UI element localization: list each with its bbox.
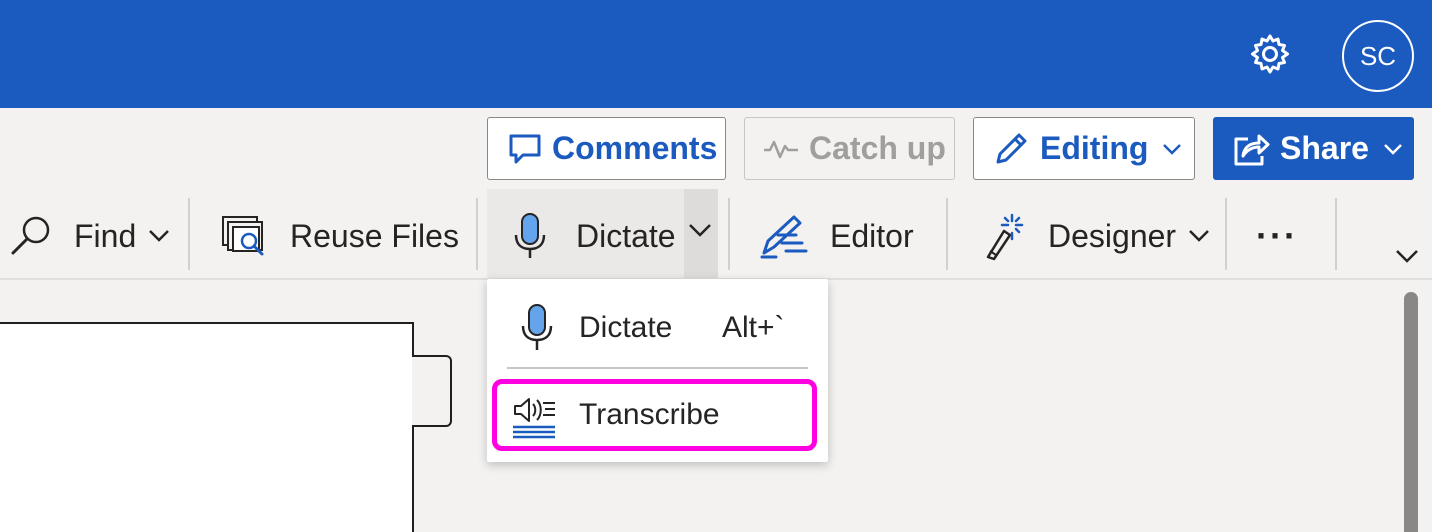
transcribe-icon [511, 394, 557, 448]
editing-label: Editing [1040, 130, 1149, 166]
ribbon-separator [1335, 198, 1337, 270]
vertical-scrollbar[interactable] [1404, 292, 1418, 532]
dictate-options-dropdown[interactable] [688, 222, 712, 243]
chevron-down-icon [689, 224, 711, 237]
menu-item-label: Dictate [579, 311, 673, 344]
more-options-button[interactable]: ··· [1256, 196, 1298, 276]
editor-pen-icon [760, 215, 808, 259]
editor-button[interactable]: Editor [758, 196, 914, 276]
editor-label: Editor [830, 217, 914, 254]
catch-up-button[interactable]: Catch up [744, 117, 955, 180]
chevron-down-icon [1396, 250, 1418, 263]
chevron-down-icon [1384, 143, 1402, 155]
chevron-down-icon [149, 230, 170, 242]
menu-separator [507, 367, 808, 369]
microphone-icon [514, 213, 546, 258]
share-button[interactable]: Share [1213, 117, 1414, 180]
find-label: Find [74, 217, 137, 254]
gear-icon [1251, 34, 1289, 74]
keyboard-shortcut: Alt+` [722, 311, 785, 344]
share-icon [1234, 134, 1270, 165]
dictate-dropdown-menu: Dictate Alt+` Transcribe [487, 279, 828, 462]
microphone-icon [517, 303, 557, 361]
ribbon-separator [1225, 198, 1227, 270]
document-page[interactable] [0, 322, 414, 532]
reuse-files-button[interactable]: Reuse Files [220, 196, 459, 276]
dictate-button[interactable]: Dictate [508, 196, 676, 276]
designer-button[interactable]: Designer [982, 196, 1210, 276]
editing-mode-button[interactable]: Editing [973, 117, 1195, 180]
catch-up-label: Catch up [809, 130, 946, 166]
ribbon-separator [946, 198, 948, 270]
chevron-down-icon [1189, 230, 1209, 242]
ribbon-separator [188, 198, 190, 270]
menu-item-dictate[interactable]: Dictate Alt+` [487, 293, 828, 365]
user-avatar[interactable]: SC [1342, 20, 1414, 92]
menu-item-transcribe[interactable]: Transcribe [492, 379, 817, 451]
avatar-initials: SC [1359, 40, 1397, 71]
activity-icon [764, 140, 798, 158]
comment-icon [509, 134, 541, 163]
comments-label: Comments [552, 130, 718, 166]
ribbon-separator [728, 198, 730, 270]
pencil-icon [996, 133, 1027, 163]
find-button[interactable]: Find [8, 196, 170, 276]
settings-button[interactable] [1248, 32, 1292, 76]
designer-label: Designer [1048, 217, 1177, 254]
more-options-icon: ··· [1256, 215, 1298, 256]
share-label: Share [1280, 130, 1369, 166]
ribbon-expand-button[interactable] [1394, 248, 1420, 269]
comments-button[interactable]: Comments [487, 117, 726, 180]
chevron-down-icon [1163, 143, 1182, 155]
menu-item-label: Transcribe [579, 398, 720, 431]
dictate-label: Dictate [576, 217, 676, 254]
designer-wand-icon [986, 213, 1024, 261]
ribbon-separator [476, 198, 478, 270]
reuse-files-label: Reuse Files [290, 217, 459, 254]
reuse-files-icon [222, 216, 264, 256]
top-app-bar [0, 0, 1432, 108]
document-side-tab [412, 355, 452, 427]
search-icon [11, 216, 50, 255]
